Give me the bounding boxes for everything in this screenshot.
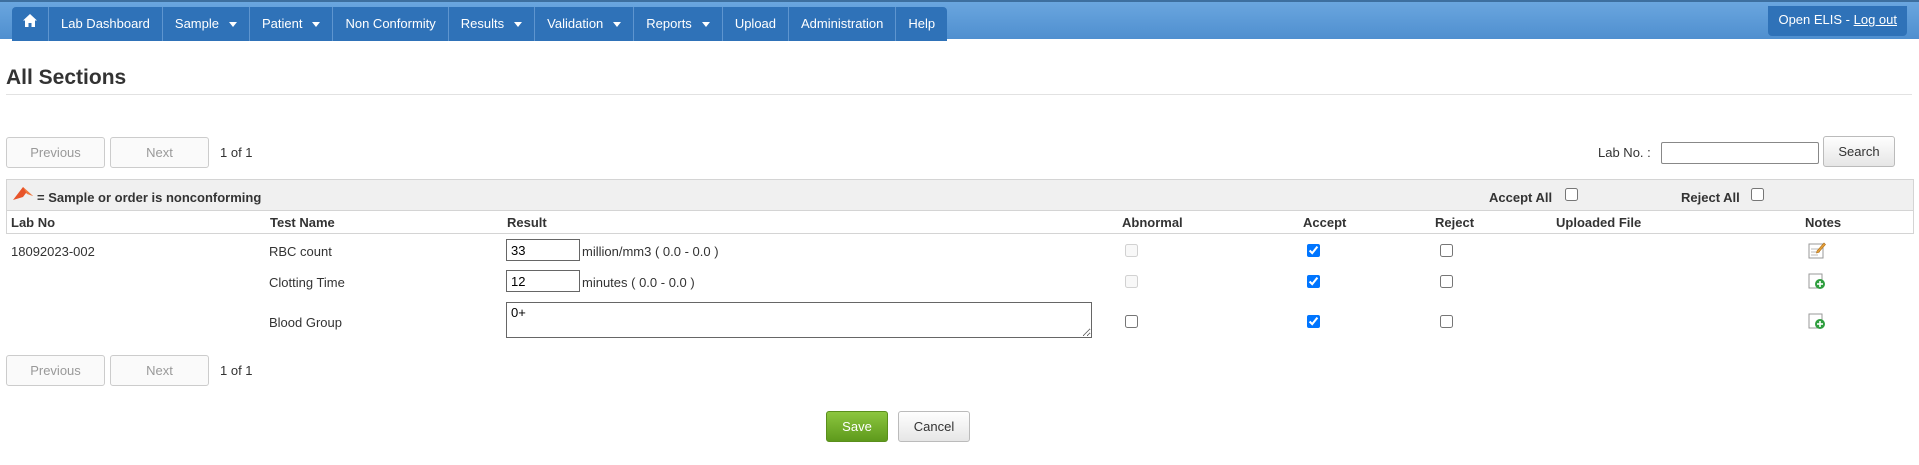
- lab-no-cell: 18092023-002: [11, 244, 95, 259]
- col-reject: Reject: [1435, 215, 1475, 230]
- nav-help[interactable]: Help: [896, 7, 947, 41]
- accept-checkbox[interactable]: [1307, 315, 1320, 328]
- next-button-top[interactable]: Next: [110, 137, 209, 168]
- next-button-bottom[interactable]: Next: [110, 355, 209, 386]
- accept-checkbox[interactable]: [1307, 244, 1320, 257]
- previous-button-bottom[interactable]: Previous: [6, 355, 105, 386]
- col-test-name: Test Name: [270, 215, 335, 230]
- add-note-icon[interactable]: [1808, 272, 1826, 290]
- lab-no-label: Lab No. :: [1598, 145, 1651, 160]
- col-notes: Notes: [1805, 215, 1842, 230]
- reject-checkbox[interactable]: [1440, 315, 1453, 328]
- cancel-button[interactable]: Cancel: [898, 411, 970, 442]
- caret-down-icon: [514, 21, 523, 27]
- accept-checkbox[interactable]: [1307, 275, 1320, 288]
- nav-upload[interactable]: Upload: [723, 7, 790, 41]
- brand-box: Open ELIS - Log out: [1768, 6, 1907, 36]
- col-uploaded-file: Uploaded File: [1556, 215, 1642, 230]
- nav-label: Help: [908, 16, 936, 31]
- nav-label: Non Conformity: [345, 16, 436, 31]
- logout-link[interactable]: Log out: [1854, 12, 1897, 27]
- caret-down-icon: [312, 21, 321, 27]
- caret-down-icon: [228, 21, 237, 27]
- page-title: All Sections: [6, 66, 127, 89]
- nav-patient[interactable]: Patient: [250, 7, 334, 41]
- caret-down-icon: [701, 21, 710, 27]
- result-unit: minutes ( 0.0 - 0.0 ): [582, 275, 695, 290]
- nav-label: Patient: [261, 16, 303, 31]
- nav-label: Validation: [547, 16, 604, 31]
- test-name-cell: Clotting Time: [269, 275, 345, 290]
- previous-button-top[interactable]: Previous: [6, 137, 105, 168]
- nav-results[interactable]: Results: [449, 7, 536, 41]
- accept-all-label: Accept All: [1489, 190, 1553, 205]
- test-name-cell: RBC count: [269, 244, 332, 259]
- nav-non-conformity[interactable]: Non Conformity: [333, 7, 449, 41]
- brand-name: Open ELIS -: [1778, 12, 1854, 27]
- nav-home[interactable]: [12, 7, 49, 41]
- page-info-bottom: 1 of 1: [220, 363, 253, 378]
- nonconforming-flag-icon: [11, 184, 35, 205]
- reject-all-checkbox[interactable]: [1751, 188, 1764, 201]
- result-input[interactable]: [506, 239, 580, 261]
- result-textarea[interactable]: 0+: [506, 302, 1092, 338]
- nav-label: Upload: [734, 16, 777, 31]
- col-result: Result: [507, 215, 547, 230]
- nav-lab-dashboard[interactable]: Lab Dashboard: [49, 7, 163, 41]
- reject-checkbox[interactable]: [1440, 244, 1453, 257]
- add-note-icon[interactable]: [1808, 312, 1826, 330]
- accept-all-checkbox[interactable]: [1565, 188, 1578, 201]
- edit-note-icon[interactable]: [1808, 241, 1826, 259]
- main-menu: Lab Dashboard Sample Patient Non Conform…: [12, 7, 948, 41]
- result-unit: million/mm3 ( 0.0 - 0.0 ): [582, 244, 719, 259]
- legend-text: = Sample or order is nonconforming: [37, 190, 262, 205]
- title-divider: [6, 94, 1912, 95]
- legend-bar: = Sample or order is nonconforming Accep…: [6, 179, 1914, 211]
- nav-administration[interactable]: Administration: [789, 7, 897, 41]
- table-header: Lab No Test Name Result Abnormal Accept …: [6, 211, 1914, 234]
- nav-label: Sample: [174, 16, 219, 31]
- top-nav-bar: Lab Dashboard Sample Patient Non Conform…: [0, 0, 1919, 41]
- nav-label: Results: [460, 16, 505, 31]
- result-input[interactable]: [506, 270, 580, 292]
- nav-validation[interactable]: Validation: [535, 7, 635, 41]
- nav-label: Administration: [801, 16, 884, 31]
- col-lab-no: Lab No: [11, 215, 56, 230]
- home-icon: [22, 7, 38, 41]
- test-name-cell: Blood Group: [269, 315, 342, 330]
- caret-down-icon: [613, 21, 622, 27]
- lab-no-input[interactable]: [1661, 142, 1819, 164]
- nav-label: Lab Dashboard: [61, 16, 150, 31]
- reject-all-label: Reject All: [1681, 190, 1740, 205]
- nav-sample[interactable]: Sample: [163, 7, 250, 41]
- abnormal-checkbox[interactable]: [1125, 275, 1138, 288]
- page-info-top: 1 of 1: [220, 145, 253, 160]
- reject-checkbox[interactable]: [1440, 275, 1453, 288]
- save-button[interactable]: Save: [826, 411, 888, 442]
- nav-reports[interactable]: Reports: [634, 7, 723, 41]
- abnormal-checkbox[interactable]: [1125, 244, 1138, 257]
- nav-label: Reports: [646, 16, 692, 31]
- search-button[interactable]: Search: [1823, 136, 1895, 167]
- col-accept: Accept: [1303, 215, 1347, 230]
- col-abnormal: Abnormal: [1122, 215, 1183, 230]
- abnormal-checkbox[interactable]: [1125, 315, 1138, 328]
